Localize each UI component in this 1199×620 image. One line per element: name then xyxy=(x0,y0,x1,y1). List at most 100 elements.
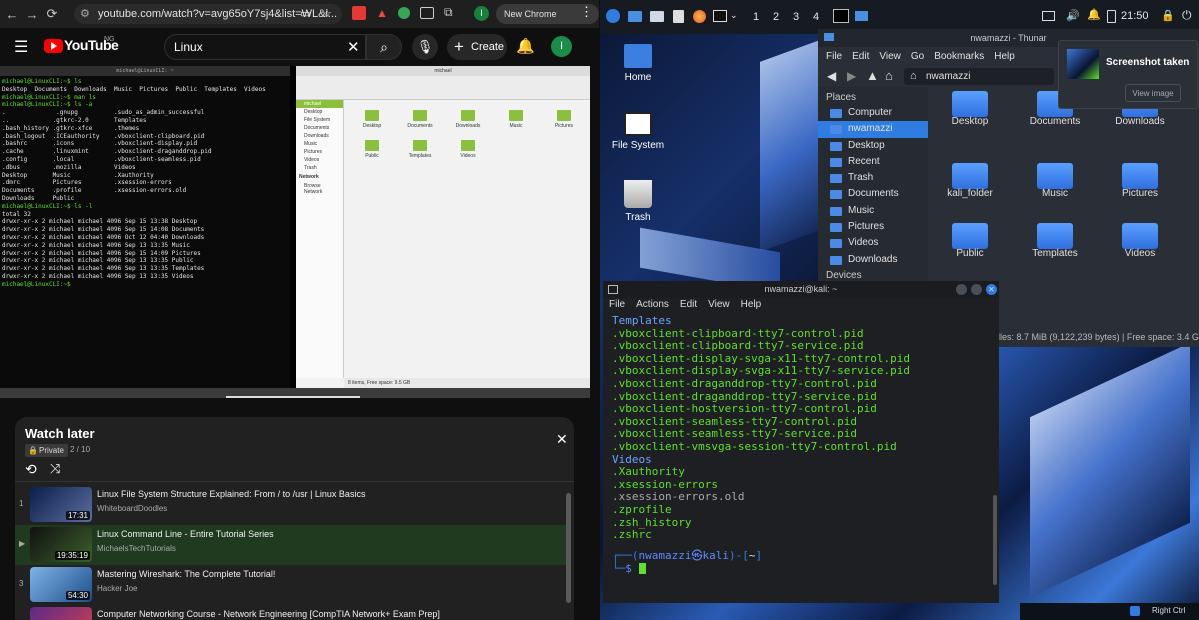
fm-folder-item[interactable]: Templates xyxy=(400,140,440,159)
pdf-extension-icon[interactable] xyxy=(352,6,366,20)
youtube-logo-icon[interactable] xyxy=(44,39,63,53)
sidebar-item-pictures[interactable]: Pictures xyxy=(818,219,928,235)
back-icon[interactable]: ← xyxy=(2,4,22,24)
fm-place-item[interactable]: Pictures xyxy=(296,148,343,156)
video-thumbnail[interactable]: 17:31 xyxy=(30,487,92,522)
extensions-puzzle-icon[interactable]: ⧉ xyxy=(444,5,453,20)
fm-folder-item[interactable]: Desktop xyxy=(352,110,392,129)
chrome-menu-icon[interactable]: ⋮ xyxy=(580,4,593,20)
thunar-folder-item[interactable]: Public xyxy=(928,209,1013,267)
menu-icon[interactable]: ☰ xyxy=(14,37,28,57)
fm-place-item[interactable]: michael xyxy=(296,100,343,108)
fm-place-item[interactable]: Videos xyxy=(296,156,343,164)
maximize-icon[interactable] xyxy=(971,284,982,295)
thunar-folder-item[interactable]: Desktop xyxy=(928,89,1013,147)
workspace-4[interactable]: 4 xyxy=(806,11,826,23)
video-thumbnail[interactable]: 19:35:19 xyxy=(30,527,92,562)
terminal-menu-item[interactable]: View xyxy=(708,299,730,313)
back-icon[interactable]: ◀ xyxy=(827,69,836,83)
terminal-menu-item[interactable]: File xyxy=(609,299,625,313)
power-icon[interactable]: ⏻ xyxy=(1182,8,1192,23)
sidebar-item-desktop[interactable]: Desktop xyxy=(818,138,928,154)
cast-icon[interactable]: ▭ xyxy=(300,7,310,20)
desktop-icon[interactable]: Home xyxy=(618,44,658,83)
show-desktop-icon[interactable] xyxy=(628,11,642,22)
voice-search-icon[interactable]: 🎙 xyxy=(412,34,438,60)
channel-name[interactable]: Hacker Joe xyxy=(97,584,137,593)
sidebar-item-trash[interactable]: Trash xyxy=(818,170,928,186)
forward-icon[interactable]: → xyxy=(22,4,42,24)
fm-place-item[interactable]: Music xyxy=(296,140,343,148)
fm-folder-item[interactable]: Public xyxy=(352,140,392,159)
up-icon[interactable]: ▲ xyxy=(866,68,879,83)
desktop-icon[interactable]: File System xyxy=(612,112,664,151)
sidebar-item-music[interactable]: Music xyxy=(818,203,928,219)
search-input[interactable]: Linux ✕ xyxy=(164,34,366,60)
thunar-folder-item[interactable]: Templates xyxy=(1013,209,1098,267)
close-playlist-icon[interactable]: ✕ xyxy=(556,431,568,448)
thunar-menu-item[interactable]: View xyxy=(879,51,901,65)
fm-folder-item[interactable]: Videos xyxy=(448,140,488,159)
playlist-item[interactable]: 3 54:30 Mastering Wireshark: The Complete … xyxy=(15,565,566,605)
terminal-task-icon[interactable] xyxy=(833,9,849,23)
playlist-item[interactable]: 1 17:31 Linux File System Structure Explai… xyxy=(15,485,566,525)
fm-folder-item[interactable]: Pictures xyxy=(544,110,584,129)
fm-folder-item[interactable]: Documents xyxy=(400,110,440,129)
sidebar-item-computer[interactable]: Computer xyxy=(818,105,928,121)
firefox-icon[interactable] xyxy=(693,10,706,23)
workspace-2[interactable]: 2 xyxy=(766,11,786,23)
playlist-item[interactable]: ▶ 19:35:19 Linux Command Line - Entire Tut… xyxy=(15,525,566,565)
thunar-menu-item[interactable]: Bookmarks xyxy=(934,51,984,65)
battery-icon[interactable] xyxy=(1107,10,1116,23)
terminal-menu-item[interactable]: Actions xyxy=(636,299,669,313)
notification-bell-icon[interactable]: 🔔 xyxy=(1087,8,1101,21)
thunar-menu-item[interactable]: Go xyxy=(911,51,924,65)
fm-place-item[interactable]: Downloads xyxy=(296,132,343,140)
home-icon[interactable]: ⌂ xyxy=(885,68,893,83)
playlist-item[interactable]: Computer Networking Course - Network Eng… xyxy=(15,605,566,620)
profile-avatar[interactable]: I xyxy=(474,6,489,21)
reload-icon[interactable]: ⟳ xyxy=(42,4,62,24)
fm-place-item[interactable]: File System xyxy=(296,116,343,124)
sidebar-item-videos[interactable]: Videos xyxy=(818,235,928,251)
grammarly-extension-icon[interactable] xyxy=(398,7,410,19)
text-editor-icon[interactable] xyxy=(673,10,684,23)
site-info-icon[interactable]: ⚙ xyxy=(80,7,90,20)
sidebar-item-recent[interactable]: Recent xyxy=(818,154,928,170)
thunar-menu-item[interactable]: Edit xyxy=(852,51,869,65)
video-title[interactable]: Linux File System Structure Explained: F… xyxy=(97,489,365,499)
terminal-menu-item[interactable]: Edit xyxy=(680,299,697,313)
terminal-scrollbar[interactable] xyxy=(993,495,997,585)
thunar-task-icon[interactable] xyxy=(855,11,868,21)
video-title[interactable]: Computer Networking Course - Network Eng… xyxy=(97,609,440,619)
fm-folder-item[interactable]: Music xyxy=(496,110,536,129)
display-icon[interactable] xyxy=(1042,11,1055,21)
terminal-menu-item[interactable]: Help xyxy=(741,299,762,313)
video-title[interactable]: Linux Command Line - Entire Tutorial Ser… xyxy=(97,529,274,539)
thunar-folder-item[interactable]: kali_folder xyxy=(928,149,1013,207)
search-button[interactable]: ⌕ xyxy=(366,34,402,60)
notifications-bell-icon[interactable]: 🔔 xyxy=(516,37,535,55)
thunar-folder-item[interactable]: Pictures xyxy=(1098,149,1183,207)
shuffle-icon[interactable]: ⤨ xyxy=(50,461,60,477)
thunar-menu-item[interactable]: File xyxy=(826,51,842,65)
video-title[interactable]: Mastering Wireshark: The Complete Tutori… xyxy=(97,569,275,579)
reader-extension-icon[interactable] xyxy=(420,7,434,19)
address-bar[interactable]: ⚙ youtube.com/watch?v=avg65oY7sj4&list=W… xyxy=(74,4,342,24)
forward-icon[interactable]: ▶ xyxy=(847,69,856,83)
kali-menu-icon[interactable] xyxy=(606,9,620,23)
location-bar[interactable]: ⌂ nwamazzi xyxy=(904,68,1054,85)
playlist-scrollbar[interactable] xyxy=(566,493,571,603)
account-avatar[interactable]: I xyxy=(551,36,572,57)
fm-place-item[interactable]: Trash xyxy=(296,164,343,172)
video-progress-indicator[interactable] xyxy=(226,396,360,398)
video-thumbnail[interactable]: 54:30 xyxy=(30,567,92,602)
file-manager-icon[interactable] xyxy=(650,11,664,22)
channel-name[interactable]: WhiteboardDoodles xyxy=(97,504,167,513)
video-thumbnail[interactable] xyxy=(30,607,92,620)
clear-search-icon[interactable]: ✕ xyxy=(347,38,360,56)
chevron-down-icon[interactable]: ⌄ xyxy=(730,10,738,21)
thunar-menu-item[interactable]: Help xyxy=(994,51,1015,65)
playlist-title[interactable]: Watch later xyxy=(25,426,95,441)
clock[interactable]: 21:50 xyxy=(1121,10,1149,22)
